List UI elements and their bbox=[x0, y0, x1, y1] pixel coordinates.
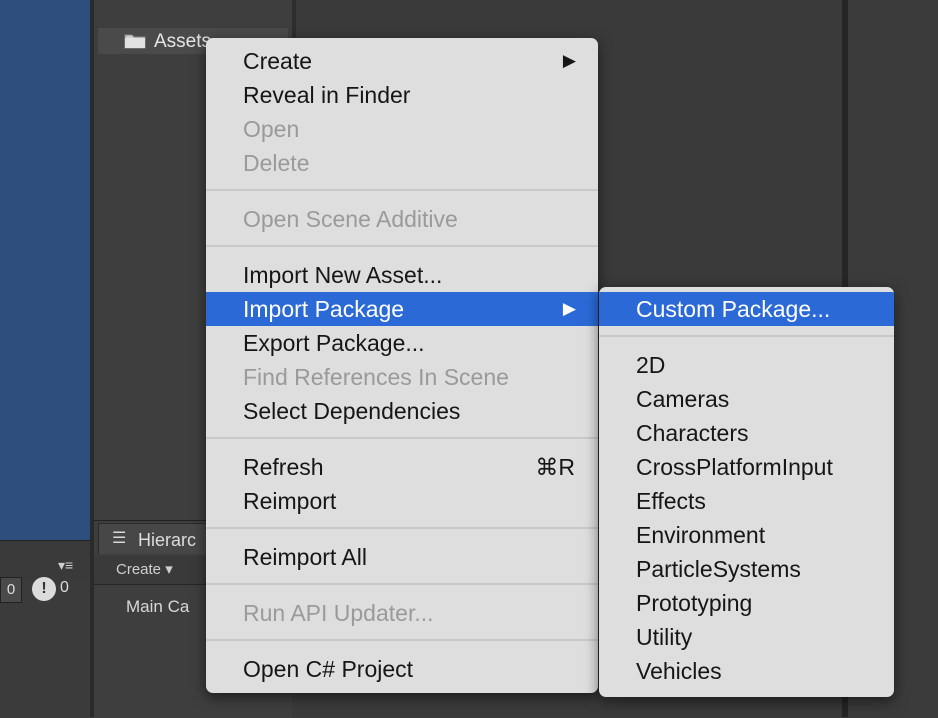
menu-item-create[interactable]: Create ▶ bbox=[206, 44, 598, 78]
menu-item-label: Export Package... bbox=[243, 330, 425, 356]
submenu-item-crossplatforminput[interactable]: CrossPlatformInput bbox=[599, 450, 894, 484]
menu-item-label: Select Dependencies bbox=[243, 398, 461, 424]
submenu-item-environment[interactable]: Environment bbox=[599, 518, 894, 552]
assets-folder-label[interactable]: Assets bbox=[154, 31, 211, 53]
menu-item-label: Open Scene Additive bbox=[243, 206, 458, 232]
menu-item-label: Vehicles bbox=[636, 658, 722, 684]
menu-separator bbox=[206, 245, 598, 247]
submenu-item-custom-package[interactable]: Custom Package... bbox=[599, 292, 894, 326]
menu-item-label: Cameras bbox=[636, 386, 730, 412]
console-toolbar bbox=[0, 540, 90, 581]
menu-item-label: Reimport bbox=[243, 488, 337, 514]
menu-item-label: 2D bbox=[636, 352, 666, 378]
folder-icon bbox=[124, 34, 146, 49]
menu-item-reimport[interactable]: Reimport bbox=[206, 484, 598, 518]
scene-view[interactable] bbox=[0, 0, 90, 540]
menu-item-label: Import New Asset... bbox=[243, 262, 443, 288]
hierarchy-list-icon: ☰ bbox=[112, 530, 127, 547]
menu-separator bbox=[206, 583, 598, 585]
menu-item-label: ParticleSystems bbox=[636, 556, 801, 582]
panel-menu-icon[interactable]: ▾≡ bbox=[58, 557, 73, 574]
menu-item-label: Characters bbox=[636, 420, 749, 446]
menu-item-label: Import Package bbox=[243, 296, 405, 322]
submenu-item-utility[interactable]: Utility bbox=[599, 620, 894, 654]
menu-item-label: Custom Package... bbox=[636, 296, 831, 322]
menu-item-label: Effects bbox=[636, 488, 706, 514]
menu-item-label: Find References In Scene bbox=[243, 364, 509, 390]
menu-item-label: Create bbox=[243, 48, 313, 74]
menu-item-refresh[interactable]: Refresh ⌘R bbox=[206, 450, 598, 484]
submenu-item-vehicles[interactable]: Vehicles bbox=[599, 654, 894, 688]
menu-item-label: CrossPlatformInput bbox=[636, 454, 833, 480]
menu-item-label: Utility bbox=[636, 624, 693, 650]
menu-item-select-dependencies[interactable]: Select Dependencies bbox=[206, 394, 598, 428]
menu-separator bbox=[599, 335, 894, 337]
menu-item-label: Reveal in Finder bbox=[243, 82, 411, 108]
menu-separator bbox=[206, 437, 598, 439]
submenu-item-characters[interactable]: Characters bbox=[599, 416, 894, 450]
menu-item-label: Refresh bbox=[243, 454, 324, 480]
warning-count: 0 bbox=[60, 579, 69, 596]
menu-item-import-new-asset[interactable]: Import New Asset... bbox=[206, 258, 598, 292]
menu-separator bbox=[206, 639, 598, 641]
menu-item-label: Environment bbox=[636, 522, 766, 548]
submenu-item-prototyping[interactable]: Prototyping bbox=[599, 586, 894, 620]
log-count[interactable]: 0 bbox=[0, 577, 22, 603]
submenu-item-2d[interactable]: 2D bbox=[599, 348, 894, 382]
menu-item-reimport-all[interactable]: Reimport All bbox=[206, 540, 598, 574]
menu-item-label: Open bbox=[243, 116, 300, 142]
submenu-arrow-icon: ▶ bbox=[562, 51, 576, 70]
hierarchy-create-dropdown[interactable]: Create ▾ bbox=[116, 560, 173, 578]
menu-item-find-references: Find References In Scene bbox=[206, 360, 598, 394]
menu-item-delete: Delete bbox=[206, 146, 598, 180]
hierarchy-tab-label[interactable]: Hierarc bbox=[138, 530, 196, 551]
menu-item-reveal-in-finder[interactable]: Reveal in Finder bbox=[206, 78, 598, 112]
menu-shortcut: ⌘R bbox=[535, 454, 575, 480]
menu-item-import-package[interactable]: Import Package ▶ bbox=[206, 292, 598, 326]
menu-item-label: Reimport All bbox=[243, 544, 367, 570]
submenu-arrow-icon: ▶ bbox=[562, 299, 576, 318]
menu-separator bbox=[206, 527, 598, 529]
menu-item-run-api-updater: Run API Updater... bbox=[206, 596, 598, 630]
warning-icon[interactable]: ! bbox=[32, 577, 56, 601]
submenu-item-effects[interactable]: Effects bbox=[599, 484, 894, 518]
menu-item-open-scene-additive: Open Scene Additive bbox=[206, 202, 598, 236]
menu-item-open: Open bbox=[206, 112, 598, 146]
menu-separator bbox=[206, 189, 598, 191]
menu-item-label: Run API Updater... bbox=[243, 600, 434, 626]
menu-item-export-package[interactable]: Export Package... bbox=[206, 326, 598, 360]
assets-context-menu: Create ▶ Reveal in Finder Open Delete Op… bbox=[206, 38, 598, 693]
menu-item-label: Prototyping bbox=[636, 590, 753, 616]
menu-item-label: Open C# Project bbox=[243, 656, 414, 682]
hierarchy-item[interactable]: Main Ca bbox=[126, 597, 189, 617]
submenu-item-cameras[interactable]: Cameras bbox=[599, 382, 894, 416]
menu-item-label: Delete bbox=[243, 150, 310, 176]
menu-item-open-csharp-project[interactable]: Open C# Project bbox=[206, 652, 598, 686]
submenu-item-particlesystems[interactable]: ParticleSystems bbox=[599, 552, 894, 586]
import-package-submenu: Custom Package... 2D Cameras Characters … bbox=[599, 287, 894, 697]
